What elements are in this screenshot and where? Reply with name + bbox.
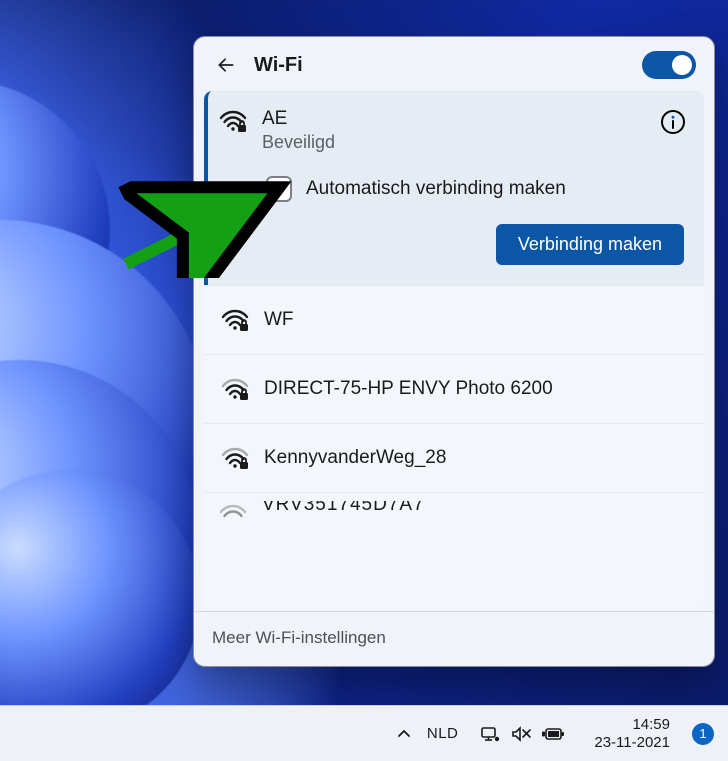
network-name: WF [264,308,294,332]
arrow-left-icon [216,55,236,75]
network-item[interactable]: KennyvanderWeg_28 [204,423,704,492]
auto-connect-label: Automatisch verbinding maken [306,178,566,200]
taskbar-time: 14:59 [594,716,670,734]
wifi-secure-icon [218,503,248,529]
more-wifi-settings-link[interactable]: Meer Wi-Fi-instellingen [212,628,696,648]
network-item[interactable]: DIRECT-75-HP ENVY Photo 6200 [204,354,704,423]
panel-footer: Meer Wi-Fi-instellingen [194,611,714,666]
taskbar: NLD 14:59 23-11-2021 1 [0,705,728,761]
wifi-secure-icon [220,377,250,403]
network-item-selected[interactable]: AE Beveiligd Automatisch verbinding make… [204,91,704,285]
network-name: VRV351745D7A7 [262,501,425,517]
panel-header: Wi-Fi [194,37,714,91]
wifi-toggle[interactable] [642,51,696,79]
connect-button[interactable]: Verbinding maken [496,224,684,265]
network-texts: AE Beveiligd [262,107,335,154]
info-icon[interactable] [660,109,686,135]
taskbar-clock[interactable]: 14:59 23-11-2021 [594,716,670,752]
network-status: Beveiligd [262,131,335,154]
system-tray: NLD 14:59 23-11-2021 1 [395,716,714,752]
auto-connect-checkbox[interactable] [266,176,292,202]
battery-charging-icon [542,726,566,742]
tray-overflow-button[interactable] [395,725,413,743]
network-name: KennyvanderWeg_28 [264,446,446,470]
volume-muted-icon [510,725,532,743]
network-icon [480,725,500,743]
wifi-secure-icon [220,308,250,334]
wifi-secure-icon [218,109,248,135]
network-name: DIRECT-75-HP ENVY Photo 6200 [264,377,553,401]
chevron-up-icon [397,727,411,741]
wifi-secure-icon [220,446,250,472]
network-item-partial[interactable]: VRV351745D7A7 [204,492,704,526]
network-name: AE [262,107,335,131]
network-sound-battery-group[interactable] [472,721,574,747]
language-indicator[interactable]: NLD [427,725,459,742]
network-list: AE Beveiligd Automatisch verbinding make… [204,91,704,611]
notification-badge[interactable]: 1 [692,723,714,745]
network-item[interactable]: WF [204,285,704,354]
auto-connect-row: Automatisch verbinding maken [266,176,688,202]
back-button[interactable] [212,51,240,79]
panel-title: Wi-Fi [254,54,303,77]
wifi-flyout-panel: Wi-Fi AE Be [193,36,715,667]
toggle-knob [672,55,692,75]
taskbar-date: 23-11-2021 [594,734,670,752]
